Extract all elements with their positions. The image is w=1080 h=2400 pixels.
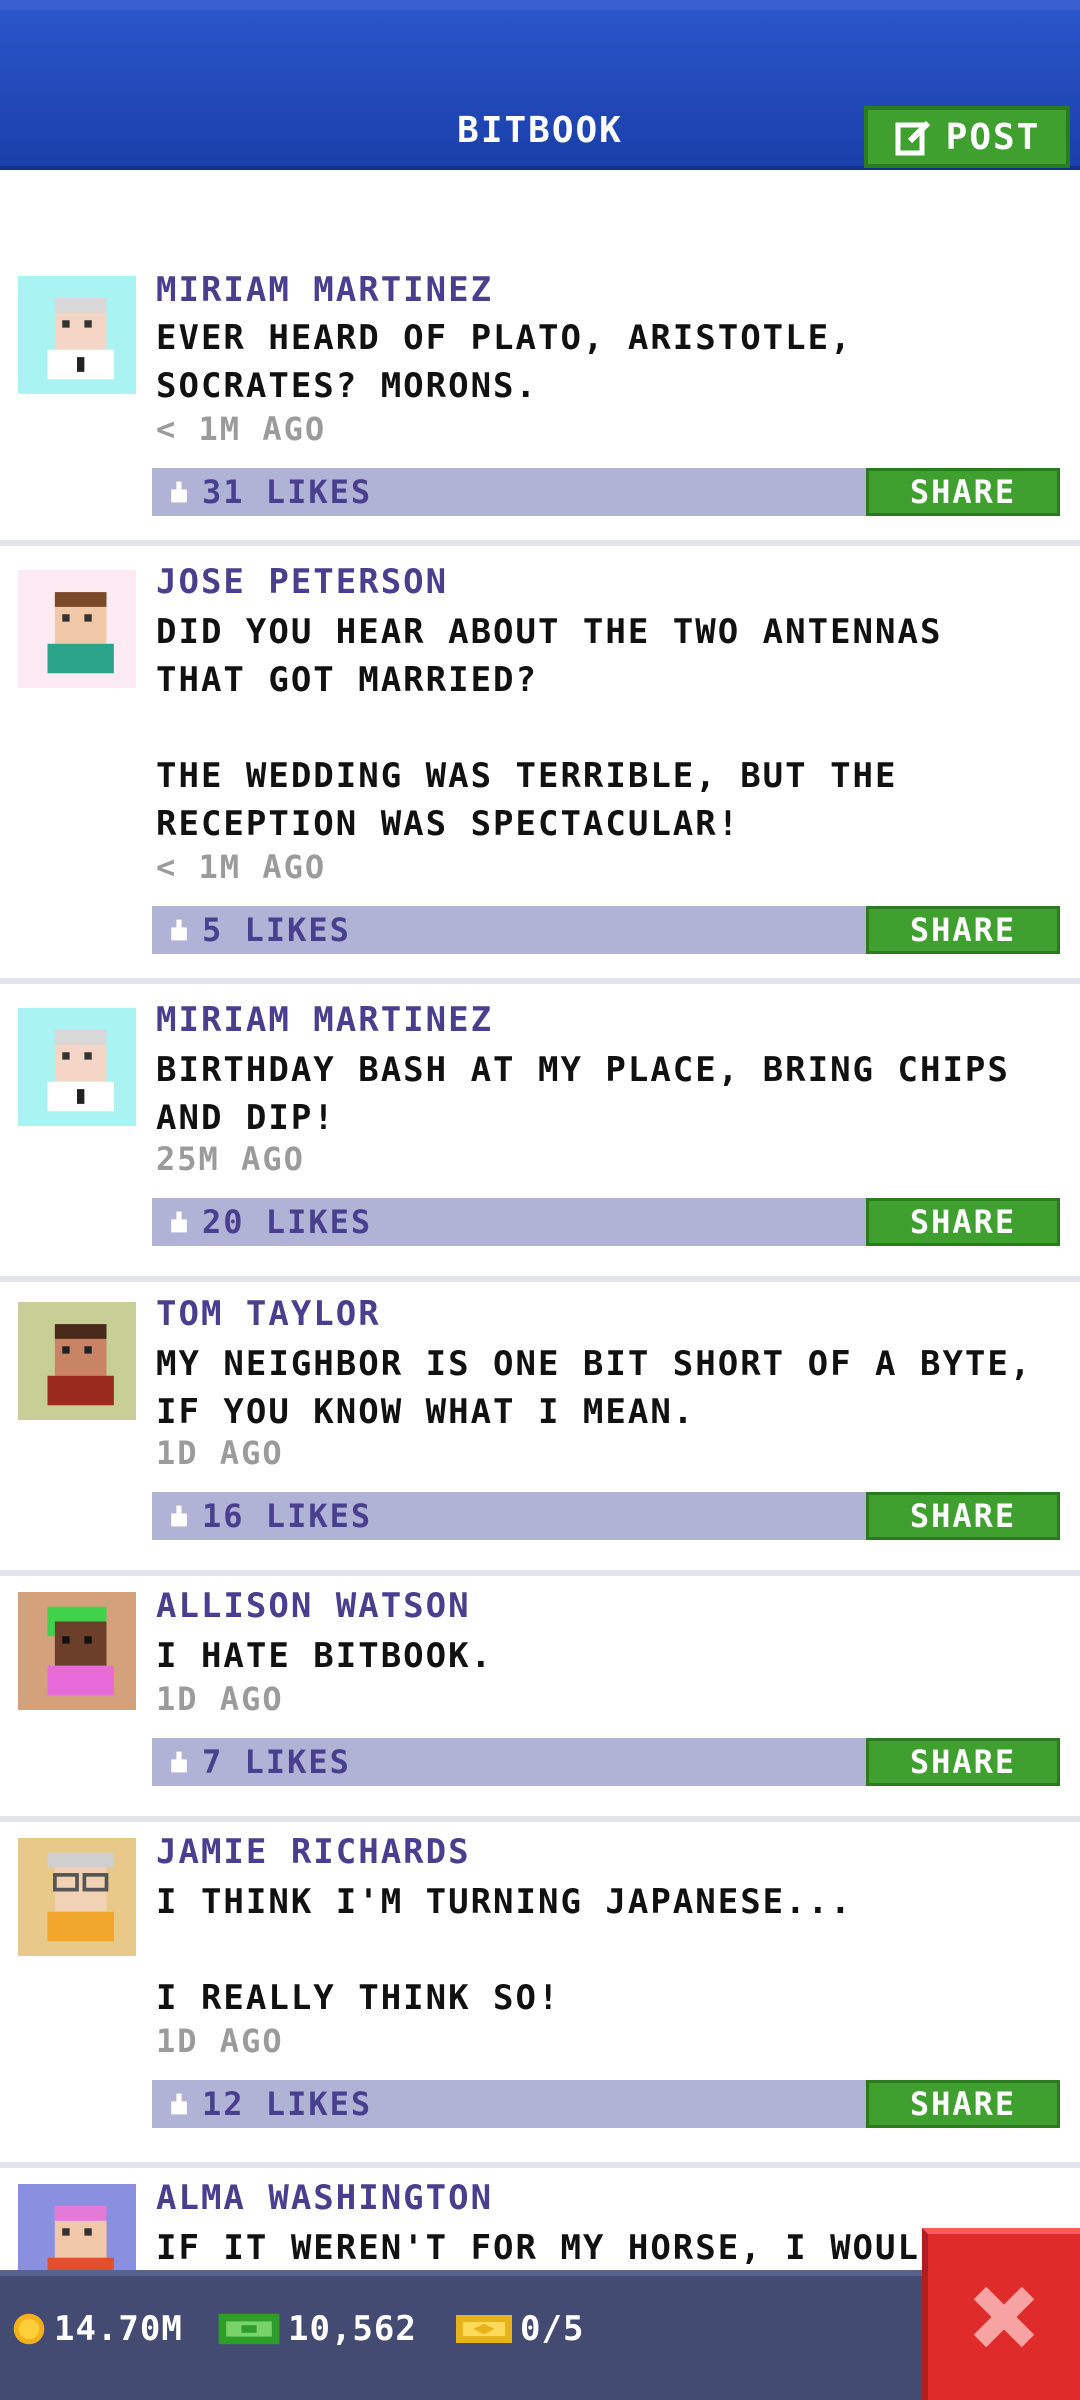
post-author[interactable]: ALMA WASHINGTON	[156, 2178, 493, 2218]
like-button[interactable]: 12 LIKES	[152, 2080, 866, 2128]
post-time: 25M AGO	[156, 1140, 305, 1178]
avatar[interactable]	[18, 570, 136, 688]
avatar[interactable]	[18, 1838, 136, 1956]
like-button[interactable]: 16 LIKES	[152, 1492, 866, 1540]
post-text: I THINK I'M TURNING JAPANESE... I REALLY…	[156, 1882, 853, 2018]
feed[interactable]: MIRIAM MARTINEZ EVER HEARD OF PLATO, ARI…	[0, 170, 1080, 2270]
tickets-value: 0/5	[520, 2309, 585, 2349]
post-author[interactable]: MIRIAM MARTINEZ	[156, 270, 493, 310]
ticket-icon	[456, 2315, 512, 2343]
avatar[interactable]	[18, 2184, 136, 2270]
avatar[interactable]	[18, 1592, 136, 1710]
person-icon	[47, 1030, 114, 1112]
post-item: JAMIE RICHARDS I THINK I'M TURNING JAPAN…	[0, 1828, 1080, 2168]
post-text: BIRTHDAY BASH AT MY PLACE, BRING CHIPS A…	[156, 1050, 1010, 1138]
post-author[interactable]: JOSE PETERSON	[156, 562, 448, 602]
like-button[interactable]: 7 LIKES	[152, 1738, 866, 1786]
post-author[interactable]: JAMIE RICHARDS	[156, 1832, 471, 1872]
post-item: TOM TAYLOR MY NEIGHBOR IS ONE BIT SHORT …	[0, 1288, 1080, 1576]
post-button-label: POST	[945, 116, 1041, 158]
likes-count: 5 LIKES	[202, 911, 351, 949]
bux-value: 10,562	[288, 2309, 417, 2349]
post-author[interactable]: ALLISON WATSON	[156, 1586, 471, 1626]
post-text: I HATE BITBOOK.	[156, 1636, 494, 1676]
thumbs-up-icon	[171, 919, 187, 941]
likes-count: 31 LIKES	[202, 473, 373, 511]
close-icon	[973, 2286, 1035, 2348]
likes-count: 16 LIKES	[202, 1497, 373, 1535]
post-author[interactable]: MIRIAM MARTINEZ	[156, 1000, 493, 1040]
post-item: ALMA WASHINGTON IF IT WEREN'T FOR MY HOR…	[0, 2174, 1080, 2270]
post-time: < 1M AGO	[156, 410, 327, 448]
tickets-stat: 0/5	[456, 2304, 584, 2354]
share-button[interactable]: SHARE	[866, 2080, 1060, 2128]
bux-icon	[218, 2313, 280, 2345]
avatar[interactable]	[18, 1302, 136, 1420]
app-header: BITBOOK POST	[0, 0, 1080, 170]
coins-stat: 14.70M	[12, 2304, 183, 2354]
compose-icon	[895, 120, 930, 156]
person-icon	[47, 298, 114, 380]
post-item: MIRIAM MARTINEZ EVER HEARD OF PLATO, ARI…	[0, 270, 1080, 546]
likes-count: 12 LIKES	[202, 2085, 373, 2123]
share-button[interactable]: SHARE	[866, 1738, 1060, 1786]
like-button[interactable]: 5 LIKES	[152, 906, 866, 954]
post-author[interactable]: TOM TAYLOR	[156, 1294, 381, 1334]
coins-value: 14.70M	[54, 2309, 183, 2349]
person-icon	[47, 1852, 114, 1942]
person-icon	[47, 2206, 114, 2270]
post-button[interactable]: POST	[864, 106, 1070, 168]
post-text: EVER HEARD OF PLATO, ARISTOTLE, SOCRATES…	[156, 318, 853, 406]
status-bar: 14.70M 10,562 0/5	[0, 2270, 1080, 2400]
share-button[interactable]: SHARE	[866, 1198, 1060, 1246]
share-button[interactable]: SHARE	[866, 906, 1060, 954]
coin-icon	[13, 2313, 45, 2345]
post-item: JOSE PETERSON DID YOU HEAR ABOUT THE TWO…	[0, 552, 1080, 984]
post-text: IF IT WEREN'T FOR MY HORSE, I WOULDN	[156, 2228, 936, 2268]
post-time: 1D AGO	[156, 1434, 284, 1472]
person-icon	[47, 592, 114, 674]
share-button[interactable]: SHARE	[866, 1492, 1060, 1540]
post-time: 1D AGO	[156, 1680, 284, 1718]
avatar[interactable]	[18, 1008, 136, 1126]
likes-count: 20 LIKES	[202, 1203, 373, 1241]
thumbs-up-icon	[171, 481, 187, 503]
post-text: MY NEIGHBOR IS ONE BIT SHORT OF A BYTE, …	[156, 1344, 1033, 1432]
thumbs-up-icon	[171, 1751, 187, 1773]
likes-count: 7 LIKES	[202, 1743, 351, 1781]
person-icon	[47, 1324, 114, 1406]
thumbs-up-icon	[171, 2093, 187, 2115]
bux-stat: 10,562	[218, 2304, 417, 2354]
post-item: MIRIAM MARTINEZ BIRTHDAY BASH AT MY PLAC…	[0, 990, 1080, 1282]
like-button[interactable]: 31 LIKES	[152, 468, 866, 516]
post-time: < 1M AGO	[156, 848, 327, 886]
close-button[interactable]	[922, 2228, 1080, 2400]
post-item: ALLISON WATSON I HATE BITBOOK. 1D AGO 7 …	[0, 1582, 1080, 1822]
thumbs-up-icon	[171, 1211, 187, 1233]
share-button[interactable]: SHARE	[866, 468, 1060, 516]
person-icon	[47, 1606, 114, 1696]
post-text: DID YOU HEAR ABOUT THE TWO ANTENNAS THAT…	[156, 612, 943, 844]
like-button[interactable]: 20 LIKES	[152, 1198, 866, 1246]
thumbs-up-icon	[171, 1505, 187, 1527]
post-time: 1D AGO	[156, 2022, 284, 2060]
avatar[interactable]	[18, 276, 136, 394]
